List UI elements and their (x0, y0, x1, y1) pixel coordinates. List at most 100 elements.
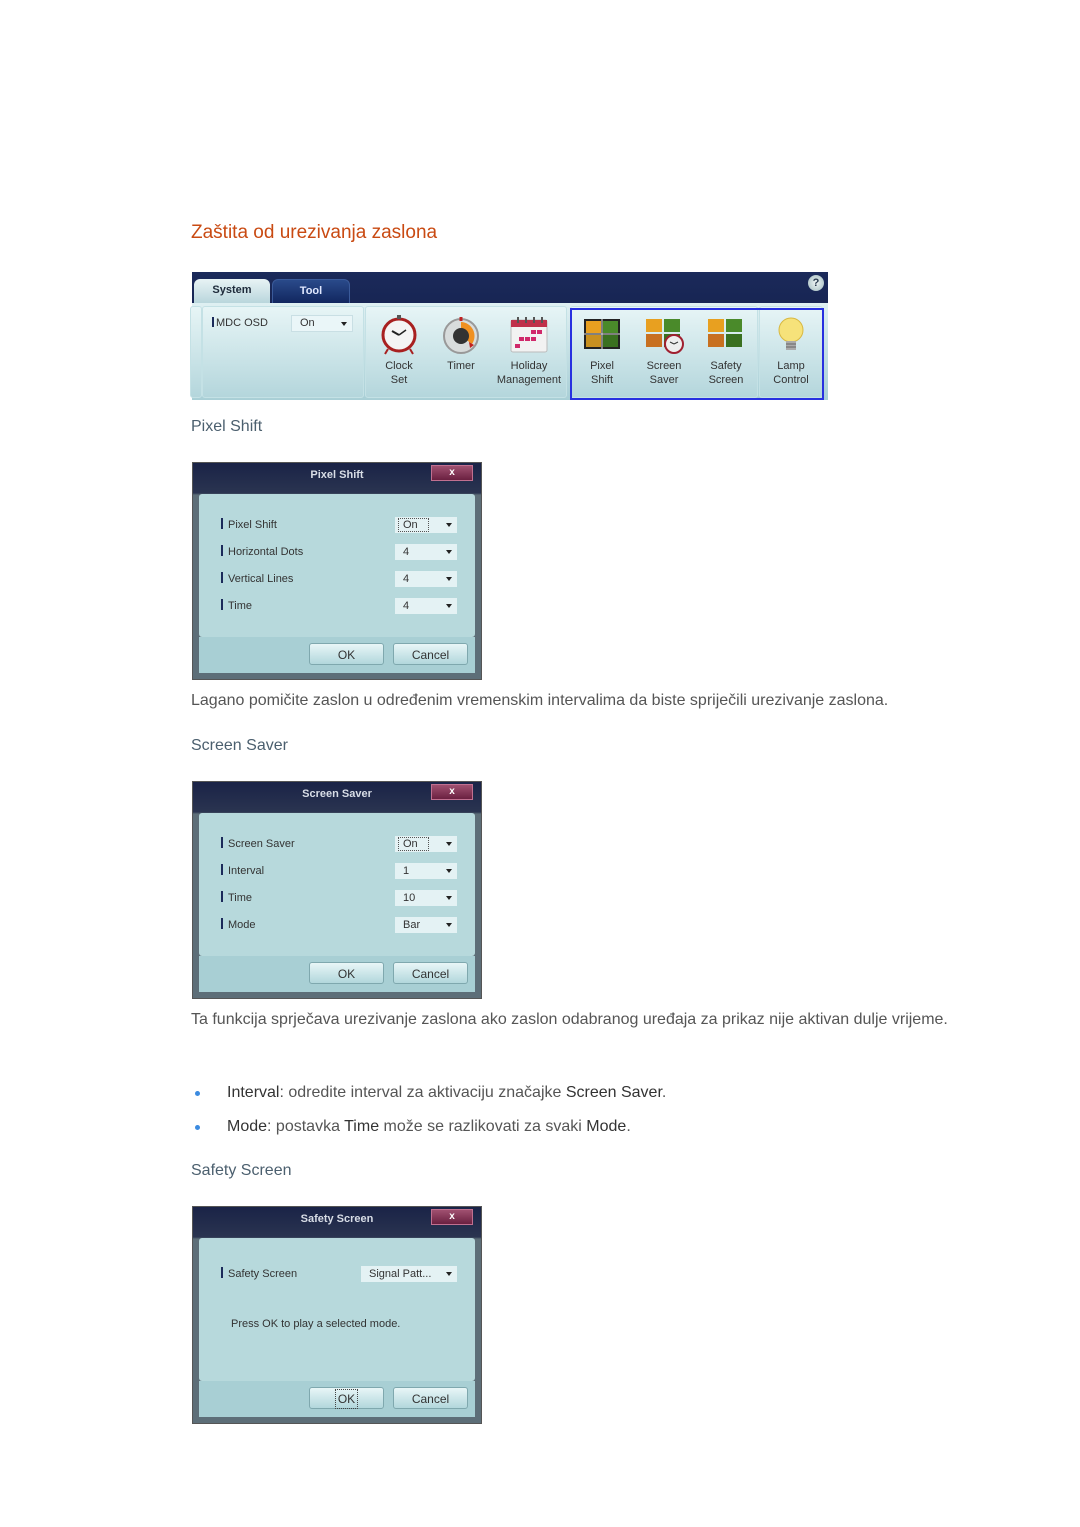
safety-screen-select[interactable]: Signal Patt... (361, 1266, 457, 1282)
close-button[interactable]: x (431, 465, 473, 481)
screen-saver-description: Ta funkcija sprječava urezivanje zaslona… (191, 1011, 948, 1028)
close-button[interactable]: x (431, 1209, 473, 1225)
vertical-lines-select[interactable]: 4 (395, 571, 457, 587)
screen-saver-select[interactable]: On (395, 836, 457, 852)
button-label: Cancel (411, 1392, 450, 1406)
button-label: OK (337, 967, 356, 981)
section-heading-pixel-shift: Pixel Shift (191, 418, 263, 435)
timer-icon (441, 315, 481, 355)
text: . (661, 1084, 667, 1101)
cancel-button[interactable]: Cancel (393, 643, 468, 665)
calendar-icon (509, 315, 549, 355)
chevron-down-icon (446, 1272, 452, 1276)
chevron-down-icon (446, 550, 452, 554)
item-label-line2: Management (496, 374, 562, 386)
toolbar-item-timer[interactable]: Timer (430, 315, 492, 373)
text: može se razlikovati za svaki (379, 1118, 587, 1135)
chevron-down-icon (446, 577, 452, 581)
dialog-footer: OK Cancel (199, 956, 475, 992)
item-label-line1: Clock (385, 360, 413, 372)
label-marker (212, 317, 214, 327)
vertical-lines-label: Vertical Lines (221, 572, 293, 585)
bullet-icon (195, 1091, 200, 1096)
time-label: Time (221, 891, 252, 904)
panel-edge (190, 306, 202, 398)
text: . (626, 1118, 631, 1135)
bullet-icon (195, 1125, 200, 1130)
button-label: Cancel (411, 648, 450, 662)
toolbar-item-clock-set[interactable]: Clock Set (368, 315, 430, 387)
select-value: 1 (403, 865, 410, 877)
bullet-mode: Mode: postavka Time može se razlikovati … (195, 1118, 631, 1136)
mdc-toolbar: System Tool ? MDC OSD On Clock Set Timer… (190, 272, 828, 400)
horizontal-dots-label: Horizontal Dots (221, 545, 303, 558)
selection-highlight (570, 308, 824, 400)
horizontal-dots-select[interactable]: 4 (395, 544, 457, 560)
chevron-down-icon (446, 896, 452, 900)
bullet-interval: Interval: odredite interval za aktivacij… (195, 1084, 667, 1102)
select-value: On (398, 837, 429, 851)
help-icon[interactable]: ? (808, 275, 824, 291)
mode-select[interactable]: Bar (395, 917, 457, 933)
alarm-clock-icon (379, 315, 419, 355)
dialog-message: Press OK to play a selected mode. (231, 1318, 401, 1330)
safety-screen-label: Safety Screen (221, 1267, 297, 1280)
mdc-osd-text: MDC OSD (216, 317, 268, 329)
panel-time: Clock Set Timer Holiday Management (365, 306, 567, 398)
interval-label: Interval (221, 864, 264, 877)
chevron-down-icon (446, 604, 452, 608)
select-value: Bar (403, 919, 421, 931)
dialog-body: Screen Saver On Interval 1 Time 10 Mode … (199, 813, 475, 956)
term: Time (344, 1118, 380, 1135)
section-heading-screen-saver: Screen Saver (191, 737, 288, 754)
ok-button[interactable]: OK (309, 962, 384, 984)
mdc-osd-select[interactable]: On (291, 315, 353, 332)
mdc-osd-label: MDC OSD (212, 317, 268, 329)
panel-mdc-osd: MDC OSD On (202, 306, 364, 398)
select-value: On (398, 518, 429, 532)
chevron-down-icon (446, 842, 452, 846)
dialog-body: Pixel Shift On Horizontal Dots 4 Vertica… (199, 494, 475, 637)
term: Mode (586, 1118, 627, 1135)
term: Interval (227, 1084, 280, 1101)
pixel-shift-description: Lagano pomičite zaslon u određenim vreme… (191, 692, 889, 709)
term: Screen Saver (565, 1084, 662, 1101)
item-label-line2: Set (390, 374, 408, 386)
safety-screen-dialog: Safety Screen x Safety Screen Signal Pat… (192, 1206, 482, 1424)
chevron-down-icon (446, 869, 452, 873)
page-title: Zaštita od urezivanja zaslona (191, 222, 438, 243)
chevron-down-icon (446, 523, 452, 527)
ok-button[interactable]: OK (309, 643, 384, 665)
chevron-down-icon (446, 923, 452, 927)
dialog-footer: OK Cancel (199, 637, 475, 673)
pixel-shift-select[interactable]: On (395, 517, 457, 533)
close-button[interactable]: x (431, 784, 473, 800)
item-label-line1: Timer (447, 360, 475, 372)
mode-label: Mode (221, 918, 256, 931)
dialog-body: Safety Screen Signal Patt... Press OK to… (199, 1238, 475, 1381)
term: Mode (227, 1118, 268, 1135)
select-value: 4 (403, 546, 410, 558)
cancel-button[interactable]: Cancel (393, 962, 468, 984)
time-label: Time (221, 599, 252, 612)
tab-system[interactable]: System (194, 279, 270, 303)
text: : postavka (267, 1118, 345, 1135)
item-label-line1: Holiday (510, 360, 548, 372)
mdc-osd-value: On (300, 317, 315, 329)
dialog-footer: OK Cancel (199, 1381, 475, 1417)
screen-saver-label: Screen Saver (221, 837, 295, 850)
toolbar-item-holiday-management[interactable]: Holiday Management (494, 315, 564, 387)
time-select[interactable]: 4 (395, 598, 457, 614)
text: : odredite interval za aktivaciju značaj… (279, 1084, 566, 1101)
ok-button[interactable]: OK (309, 1387, 384, 1409)
interval-select[interactable]: 1 (395, 863, 457, 879)
section-heading-safety-screen: Safety Screen (191, 1162, 292, 1179)
button-label: OK (334, 1389, 359, 1409)
cancel-button[interactable]: Cancel (393, 1387, 468, 1409)
screen-saver-dialog: Screen Saver x Screen Saver On Interval … (192, 781, 482, 999)
select-value: 4 (403, 600, 410, 612)
time-select[interactable]: 10 (395, 890, 457, 906)
select-value: 4 (403, 573, 410, 585)
select-value: 10 (403, 892, 416, 904)
tab-tool[interactable]: Tool (272, 279, 350, 305)
